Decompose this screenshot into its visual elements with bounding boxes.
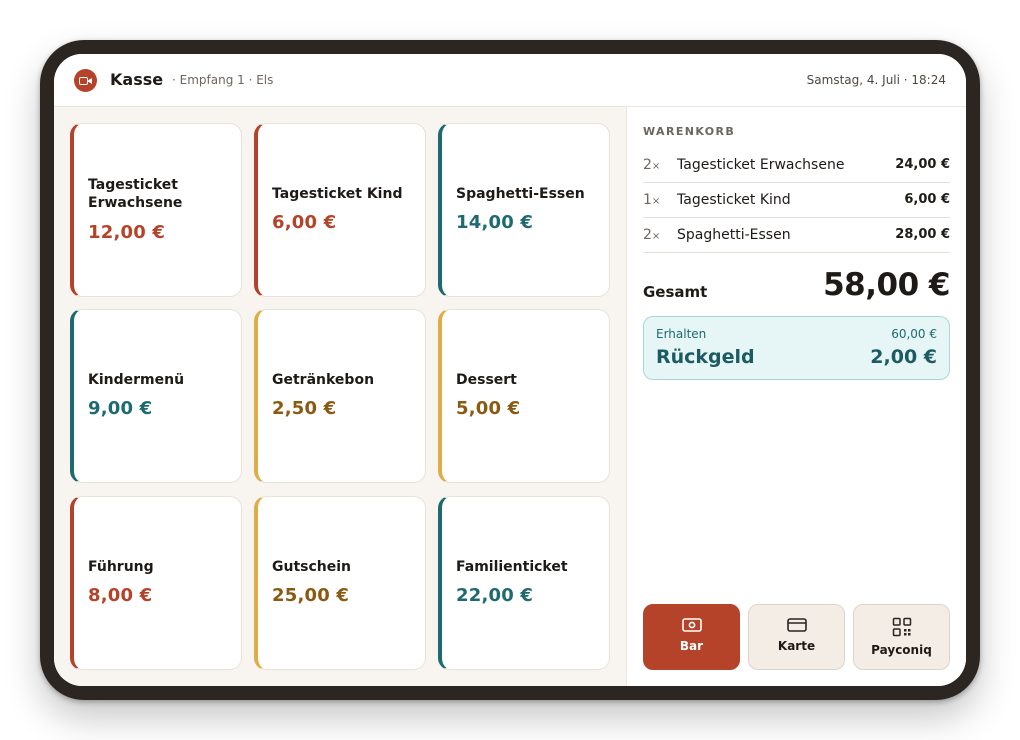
product-tile-familienticket[interactable]: Familienticket 22,00 € [438,496,610,670]
product-tile-kindermenue[interactable]: Kindermenü 9,00 € [70,309,242,483]
cart-item-name: Tagesticket Kind [677,192,791,208]
logo-icon [74,69,97,92]
product-name: Getränkebon [272,372,375,388]
station-subtitle: · Empfang 1 · Els [172,73,274,87]
screen: Kasse · Empfang 1 · Els Samstag, 4. Juli… [54,54,966,686]
product-name: Tagesticket Kind [272,186,403,202]
pay-payconiq-button[interactable]: Payconiq [853,604,950,670]
product-name: Familienticket [456,559,568,575]
total-label: Gesamt [643,283,708,301]
received-label: Erhalten [656,327,707,341]
date-time: Samstag, 4. Juli · 18:24 [806,73,946,87]
tablet-frame: Kasse · Empfang 1 · Els Samstag, 4. Juli… [40,40,980,700]
product-name: Führung [88,559,154,575]
product-name: Kindermenü [88,372,185,388]
cart-item-name: Spaghetti-Essen [677,227,791,243]
product-price: 8,00 € [88,585,153,606]
cart-item-quantity: 1× [643,192,661,208]
product-tile-tagesticket-erwachsene[interactable]: Tagesticket Erwachsene 12,00 € [70,123,242,297]
product-name: Tagesticket Erwachsene [88,177,183,211]
received-amount: 60,00 € [891,327,937,341]
change-summary: Erhalten 60,00 € Rückgeld 2,00 € [643,316,950,380]
cart-item-total: 24,00 € [895,157,950,172]
cart-item-total: 6,00 € [904,192,950,207]
product-price: 6,00 € [272,212,337,233]
product-tile-getraenkebon[interactable]: Getränkebon 2,50 € [254,309,426,483]
app-title: Kasse [110,70,164,89]
product-name: Spaghetti-Essen [456,186,585,202]
product-tile-spaghetti-essen[interactable]: Spaghetti-Essen 14,00 € [438,123,610,297]
product-name: Dessert [456,372,517,388]
pay-cash-button[interactable]: Bar [643,604,740,670]
product-price: 5,00 € [456,398,521,419]
cart-item[interactable]: 1× Tagesticket Kind 6,00 € [643,183,950,218]
product-tile-gutschein[interactable]: Gutschein 25,00 € [254,496,426,670]
cart-panel: WARENKORB 2× Tagesticket Erwachsene 24,0… [626,107,966,686]
cart-item-quantity: 2× [643,227,661,243]
cart-item-name: Tagesticket Erwachsene [677,157,845,173]
change-amount: 2,00 € [870,346,937,368]
product-price: 22,00 € [456,585,534,606]
product-grid: Tagesticket Erwachsene 12,00 € Tagestick… [54,107,626,686]
cart-item-quantity: 2× [643,157,661,173]
cart-item[interactable]: 2× Tagesticket Erwachsene 24,00 € [643,148,950,183]
pay-payconiq-label: Payconiq [871,643,932,657]
product-price: 12,00 € [88,222,166,243]
cash-icon [681,617,702,637]
cart-heading: WARENKORB [643,125,736,138]
product-price: 14,00 € [456,212,534,233]
product-tile-dessert[interactable]: Dessert 5,00 € [438,309,610,483]
top-bar: Kasse · Empfang 1 · Els Samstag, 4. Juli… [54,54,966,107]
pay-cash-label: Bar [679,639,704,653]
product-name: Gutschein [272,559,352,575]
change-label: Rückgeld [656,346,755,368]
card-icon [786,617,807,637]
pay-card-button[interactable]: Karte [748,604,845,670]
product-tile-fuehrung[interactable]: Führung 8,00 € [70,496,242,670]
qr-code-icon [892,617,912,641]
product-tile-tagesticket-kind[interactable]: Tagesticket Kind 6,00 € [254,123,426,297]
product-price: 9,00 € [88,398,153,419]
cart-item-total: 28,00 € [895,227,950,242]
total-amount: 58,00 € [823,267,950,303]
product-price: 25,00 € [272,585,350,606]
pay-card-label: Karte [777,639,816,653]
cart-item[interactable]: 2× Spaghetti-Essen 28,00 € [643,218,950,253]
product-price: 2,50 € [272,398,337,419]
